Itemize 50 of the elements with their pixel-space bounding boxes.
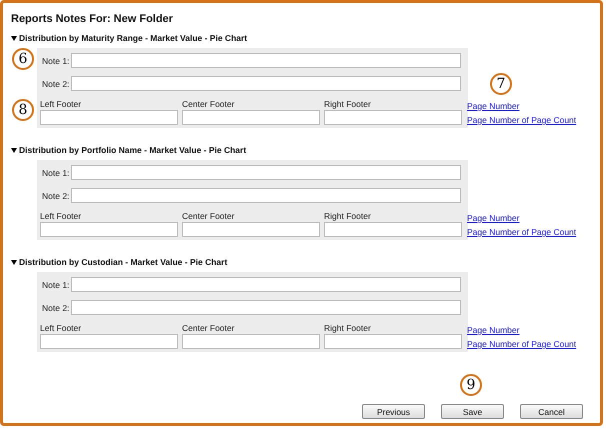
input-field[interactable] (324, 222, 462, 237)
field-label: Note 2: (42, 190, 70, 200)
link[interactable]: Page Number of Page Count (467, 115, 576, 125)
callout-number: 7 (490, 73, 512, 95)
input-field[interactable] (71, 53, 462, 68)
input-field[interactable] (40, 222, 178, 237)
field-label: Right Footer (324, 99, 372, 109)
action-button[interactable]: Save (441, 404, 504, 419)
field-label: Left Footer (40, 211, 82, 221)
link[interactable]: Page Number of Page Count (467, 227, 576, 237)
link[interactable]: Page Number (467, 325, 576, 335)
input-field[interactable] (71, 76, 462, 91)
link[interactable]: Page Number of Page Count (467, 339, 576, 349)
action-button[interactable]: Previous (362, 404, 425, 419)
field-label: Center Footer (182, 99, 236, 109)
input-field[interactable] (40, 110, 178, 125)
callout-number: 6 (12, 48, 34, 70)
input-field[interactable] (71, 188, 462, 203)
collapse-triangle-icon[interactable] (11, 260, 17, 264)
field-label: Note 2: (42, 78, 70, 88)
section-heading: Distribution by Custodian - Market Value - Pie Chart (19, 257, 228, 267)
input-field[interactable] (182, 222, 320, 237)
field-label: Center Footer (182, 211, 236, 221)
collapse-triangle-icon[interactable] (11, 36, 17, 40)
callout-number: 9 (460, 374, 482, 396)
section-heading: Distribution by Maturity Range - Market Value - Pie Chart (19, 33, 248, 43)
field-label: Note 2: (42, 302, 70, 312)
input-field[interactable] (71, 300, 462, 315)
input-field[interactable] (182, 110, 320, 125)
page-title: Reports Notes For: New Folder (11, 13, 174, 25)
input-field[interactable] (324, 334, 462, 349)
input-field[interactable] (40, 334, 178, 349)
section-heading: Distribution by Portfolio Name - Market Value - Pie Chart (19, 145, 246, 155)
link[interactable]: Page Number (467, 101, 576, 111)
collapse-triangle-icon[interactable] (11, 148, 17, 152)
field-label: Note 1: (42, 280, 70, 290)
field-label: Left Footer (40, 323, 82, 333)
field-label: Center Footer (182, 323, 236, 333)
input-field[interactable] (71, 165, 462, 180)
field-label: Left Footer (40, 99, 82, 109)
action-button[interactable]: Cancel (520, 404, 583, 419)
input-field[interactable] (71, 277, 462, 292)
link[interactable]: Page Number (467, 213, 576, 223)
field-label: Note 1: (42, 168, 70, 178)
input-field[interactable] (324, 110, 462, 125)
field-label: Right Footer (324, 211, 372, 221)
field-label: Note 1: (42, 56, 70, 66)
field-label: Right Footer (324, 323, 372, 333)
callout-number: 8 (12, 99, 34, 121)
input-field[interactable] (182, 334, 320, 349)
